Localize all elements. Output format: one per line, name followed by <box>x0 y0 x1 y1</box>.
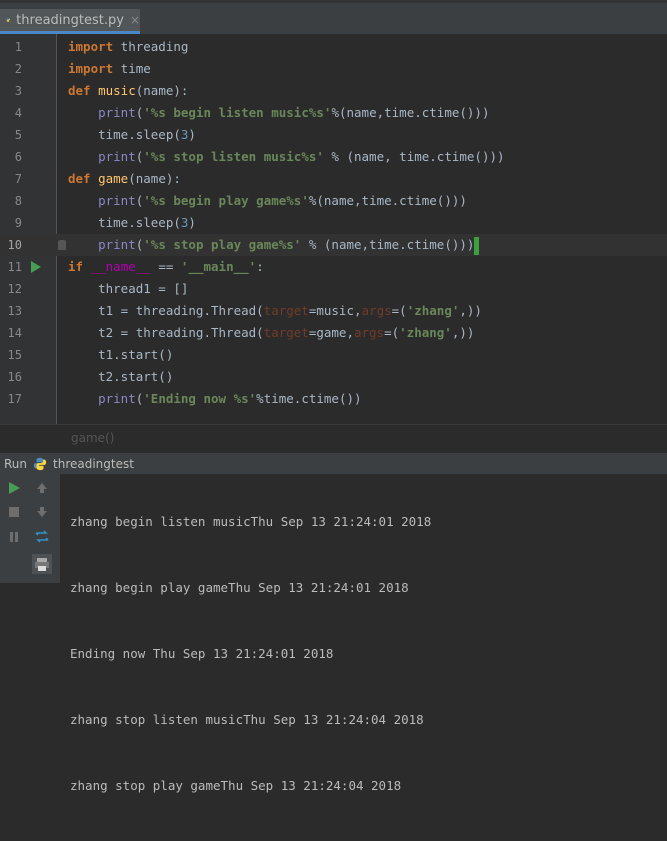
code-text: thread1 = [] <box>68 281 189 296</box>
code-text: t2 = threading.Thread(target=game,args=(… <box>68 325 475 340</box>
code-text: print('Ending now %s'%time.ctime()) <box>98 391 362 406</box>
line-number: 9 <box>14 216 22 230</box>
code-line: 17 print('Ending now %s'%time.ctime()) <box>0 388 667 410</box>
console-line: zhang begin play gameThu Sep 13 21:24:01… <box>70 580 409 595</box>
pause-icon[interactable] <box>4 527 24 547</box>
text-caret <box>474 236 480 255</box>
print-icon[interactable] <box>32 554 52 574</box>
line-number: 14 <box>7 326 22 340</box>
breadcrumb-item[interactable]: game() <box>71 431 114 445</box>
code-text: print('%s stop play game%s' % (name,time… <box>68 234 480 256</box>
code-line: 16 t2.start() <box>0 366 667 388</box>
console-output: zhang begin listen musicThu Sep 13 21:24… <box>70 467 431 841</box>
line-number: 4 <box>14 106 22 120</box>
code-text: import threading <box>68 39 189 54</box>
code-line: 7 def game(name): <box>0 168 667 190</box>
code-line: 2 import time <box>0 58 667 80</box>
code-text: t1 = threading.Thread(target=music,args=… <box>68 303 482 318</box>
line-number: 2 <box>14 62 22 76</box>
code-line: 14 t2 = threading.Thread(target=game,arg… <box>0 322 667 344</box>
console-line: zhang begin listen musicThu Sep 13 21:24… <box>70 514 432 529</box>
code-line-current: 10 print('%s stop play game%s' % (name,t… <box>0 234 667 256</box>
code-line: 3 def music(name): <box>0 80 667 102</box>
code-text: t1.start() <box>68 347 174 362</box>
code-text: def music(name): <box>68 83 189 98</box>
line-number: 8 <box>14 194 22 208</box>
code-line: 12 thread1 = [] <box>0 278 667 300</box>
tab-close-icon[interactable]: × <box>130 13 140 27</box>
code-line: 13 t1 = threading.Thread(target=music,ar… <box>0 300 667 322</box>
code-text: def game(name): <box>68 171 181 186</box>
rerun-icon[interactable] <box>32 527 52 547</box>
console-line: zhang stop listen musicThu Sep 13 21:24:… <box>70 712 424 727</box>
code-line: 4 print('%s begin listen music%s'%(name,… <box>0 102 667 124</box>
line-number: 3 <box>14 84 22 98</box>
python-file-icon <box>6 18 10 22</box>
down-arrow-icon[interactable] <box>32 502 52 522</box>
console-toolbar <box>0 474 60 583</box>
console-line: Ending now Thu Sep 13 21:24:01 2018 <box>70 646 334 661</box>
play-icon[interactable] <box>4 478 24 498</box>
python-file-icon <box>33 457 47 471</box>
line-number: 13 <box>7 304 22 318</box>
line-number: 7 <box>14 172 22 186</box>
code-text: import time <box>68 61 151 76</box>
code-line: 5 time.sleep(3) <box>0 124 667 146</box>
tab-bar-top-strip <box>0 0 667 3</box>
run-console: zhang begin listen musicThu Sep 13 21:24… <box>0 474 667 793</box>
code-text: if __name__ == '__main__': <box>68 259 264 274</box>
line-number: 15 <box>7 348 22 362</box>
code-line: 1 import threading <box>0 36 667 58</box>
code-text: t2.start() <box>68 369 174 384</box>
code-text: print('%s begin listen music%s'%(name,ti… <box>98 105 490 120</box>
editor-tab-bar: threadingtest.py × <box>0 0 667 34</box>
code-line: 6 print('%s stop listen music%s' % (name… <box>0 146 667 168</box>
tab-title: threadingtest.py <box>16 12 124 28</box>
bookmark-icon <box>58 240 66 250</box>
code-text: time.sleep(3) <box>68 127 196 142</box>
code-line: 9 time.sleep(3) <box>0 212 667 234</box>
console-line: zhang stop play gameThu Sep 13 21:24:04 … <box>70 778 402 793</box>
line-number: 1 <box>14 40 22 54</box>
code-line: 11 if __name__ == '__main__': <box>0 256 667 278</box>
tab-threadingtest[interactable]: threadingtest.py × <box>0 9 140 34</box>
line-number: 6 <box>14 150 22 164</box>
up-arrow-icon[interactable] <box>32 478 52 498</box>
line-number: 10 <box>7 238 22 252</box>
run-label: Run <box>4 457 28 471</box>
run-arrow-icon[interactable] <box>31 261 41 273</box>
code-text: print('%s stop listen music%s' % (name, … <box>98 149 505 164</box>
line-number: 11 <box>7 260 22 274</box>
line-number: 16 <box>7 370 22 384</box>
stop-icon[interactable] <box>4 502 24 522</box>
code-line: 15 t1.start() <box>0 344 667 366</box>
code-line: 8 print('%s begin play game%s'%(name,tim… <box>0 190 667 212</box>
line-number: 5 <box>14 128 22 142</box>
code-text: print('%s begin play game%s'%(name,time.… <box>98 193 467 208</box>
breadcrumb[interactable]: game() <box>0 424 667 453</box>
line-number: 12 <box>7 282 22 296</box>
line-number: 17 <box>7 392 22 406</box>
code-text: time.sleep(3) <box>68 215 196 230</box>
code-editor[interactable]: 1 import threading 2 import time 3 def m… <box>0 34 667 424</box>
